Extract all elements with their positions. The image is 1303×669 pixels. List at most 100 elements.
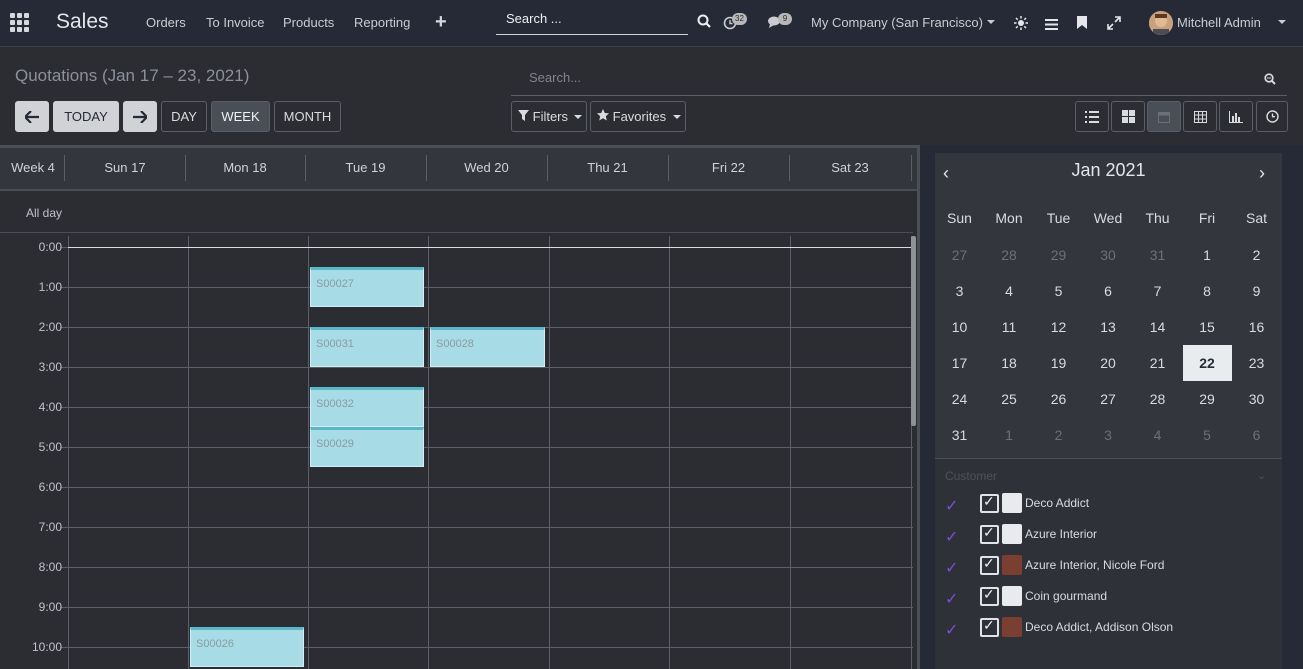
mini-calendar-day[interactable]: 19 <box>1034 355 1083 371</box>
mini-calendar-day[interactable]: 29 <box>1034 247 1083 263</box>
mini-calendar-day[interactable]: 3 <box>1084 427 1133 443</box>
mini-calendar-day[interactable]: 2 <box>1232 247 1281 263</box>
filters-dropdown[interactable]: Filters <box>511 101 587 132</box>
mini-calendar-day[interactable]: 4 <box>985 283 1034 299</box>
mini-calendar-day[interactable]: 28 <box>985 247 1034 263</box>
fullscreen-icon[interactable] <box>1107 16 1121 30</box>
mini-calendar-day[interactable]: 5 <box>1034 283 1083 299</box>
day-header-sun[interactable]: Sun 17 <box>65 160 185 175</box>
mini-next-month-icon[interactable]: › <box>1259 163 1265 184</box>
menu-orders[interactable]: Orders <box>146 15 186 30</box>
scale-month-button[interactable]: MONTH <box>274 101 341 132</box>
app-name[interactable]: Sales <box>56 10 109 34</box>
filter-checkbox[interactable]: ✓ <box>980 555 999 575</box>
mini-calendar-day[interactable]: 3 <box>935 283 984 299</box>
mini-calendar-day[interactable]: 30 <box>1232 391 1281 407</box>
user-menu[interactable]: Mitchell Admin <box>1177 15 1261 30</box>
mini-calendar-day[interactable]: 5 <box>1183 427 1232 443</box>
mini-calendar-selected-day[interactable]: 22 <box>1182 345 1232 381</box>
activity-view-button[interactable] <box>1256 101 1288 132</box>
calendar-event[interactable]: S00031 <box>310 327 424 367</box>
scale-day-button[interactable]: DAY <box>161 101 207 132</box>
calendar-scrollbar[interactable] <box>911 236 916 426</box>
user-caret-down-icon[interactable] <box>1278 20 1286 24</box>
mini-calendar-day[interactable]: 18 <box>985 355 1034 371</box>
all-day-row[interactable]: All day <box>0 193 913 233</box>
mini-calendar-day[interactable]: 21 <box>1133 355 1182 371</box>
filter-checkbox[interactable]: ✓ <box>980 524 999 544</box>
day-header-sat[interactable]: Sat 23 <box>789 160 911 175</box>
bookmark-icon[interactable] <box>1077 16 1087 29</box>
filter-checkbox[interactable]: ✓ <box>980 586 999 606</box>
mini-calendar-day[interactable]: 27 <box>1084 391 1133 407</box>
plus-icon[interactable]: + <box>435 11 447 34</box>
calendar-event[interactable]: S00027 <box>310 267 424 307</box>
mini-calendar-day[interactable]: 1 <box>1183 247 1232 263</box>
mini-calendar-day[interactable]: 23 <box>1232 355 1281 371</box>
previous-button[interactable] <box>15 101 49 132</box>
mini-calendar-day[interactable]: 31 <box>1133 247 1182 263</box>
day-header-mon[interactable]: Mon 18 <box>185 160 305 175</box>
company-switcher[interactable]: My Company (San Francisco) <box>811 15 983 30</box>
menu-reporting[interactable]: Reporting <box>354 15 410 30</box>
filter-checkbox[interactable]: ✓ <box>980 493 999 513</box>
calendar-event[interactable]: S00032 <box>310 387 424 427</box>
mini-calendar-day[interactable]: 7 <box>1133 283 1182 299</box>
mini-calendar-day[interactable]: 13 <box>1084 319 1133 335</box>
customer-filter-item[interactable]: ✓ ✓ Azure Interior <box>935 519 1282 550</box>
mini-calendar-day[interactable]: 26 <box>1034 391 1083 407</box>
mini-calendar-day[interactable]: 1 <box>985 427 1034 443</box>
filter-checkbox[interactable]: ✓ <box>980 617 999 637</box>
mini-calendar-day[interactable]: 11 <box>985 319 1034 335</box>
customer-filter-item[interactable]: ✓ ✓ Azure Interior, Nicole Ford <box>935 550 1282 581</box>
mini-calendar-day[interactable]: 8 <box>1183 283 1232 299</box>
mini-calendar-day[interactable]: 24 <box>935 391 984 407</box>
mini-calendar-day[interactable]: 29 <box>1183 391 1232 407</box>
mini-calendar-day[interactable]: 20 <box>1084 355 1133 371</box>
mini-calendar-day[interactable]: 6 <box>1232 427 1281 443</box>
calendar-event[interactable]: S00026 <box>190 627 304 667</box>
mini-calendar-day[interactable]: 28 <box>1133 391 1182 407</box>
day-header-wed[interactable]: Wed 20 <box>426 160 547 175</box>
mini-calendar-day[interactable]: 30 <box>1084 247 1133 263</box>
mini-calendar-day[interactable]: 17 <box>935 355 984 371</box>
day-header-tue[interactable]: Tue 19 <box>305 160 426 175</box>
pivot-view-button[interactable] <box>1183 101 1217 132</box>
mini-calendar-day[interactable]: 15 <box>1183 319 1232 335</box>
navbar-search-input[interactable]: Search ... <box>496 8 688 35</box>
apps-menu-icon[interactable] <box>10 13 30 33</box>
calendar-view-button[interactable] <box>1147 101 1181 132</box>
kanban-view-button[interactable] <box>1111 101 1145 132</box>
day-header-thu[interactable]: Thu 21 <box>547 160 668 175</box>
mini-calendar-day[interactable]: 16 <box>1232 319 1281 335</box>
collapse-chevron-icon[interactable]: ⌄ <box>1257 469 1266 482</box>
menu-to-invoice[interactable]: To Invoice <box>206 15 265 30</box>
calendar-event[interactable]: S00029 <box>310 427 424 467</box>
day-header-fri[interactable]: Fri 22 <box>668 160 789 175</box>
mini-calendar-day[interactable]: 12 <box>1034 319 1083 335</box>
mini-calendar-day[interactable]: 14 <box>1133 319 1182 335</box>
search-icon[interactable] <box>1264 73 1276 85</box>
customer-filter-item[interactable]: ✓ ✓ Coin gourmand <box>935 581 1282 612</box>
hamburger-menu-icon[interactable] <box>1045 17 1058 30</box>
search-icon[interactable] <box>697 14 711 28</box>
list-view-button[interactable] <box>1075 101 1109 132</box>
mini-calendar-day[interactable]: 9 <box>1232 283 1281 299</box>
today-button[interactable]: TODAY <box>53 101 119 132</box>
favorites-dropdown[interactable]: Favorites <box>590 101 686 132</box>
mini-calendar-day[interactable]: 31 <box>935 427 984 443</box>
customer-filter-item[interactable]: ✓ ✓ Deco Addict, Addison Olson <box>935 612 1282 643</box>
mini-calendar-day[interactable]: 2 <box>1034 427 1083 443</box>
search-input[interactable]: Search... <box>511 61 1287 96</box>
mini-calendar-day[interactable]: 25 <box>985 391 1034 407</box>
user-avatar[interactable] <box>1149 11 1173 35</box>
mini-calendar-day[interactable]: 4 <box>1133 427 1182 443</box>
customer-filter-item[interactable]: ✓ ✓ Deco Addict <box>935 488 1282 519</box>
mini-calendar-day[interactable]: 10 <box>935 319 984 335</box>
next-button[interactable] <box>123 101 157 132</box>
calendar-event[interactable]: S00028 <box>430 327 545 367</box>
graph-view-button[interactable] <box>1219 101 1253 132</box>
time-grid[interactable]: 0:00 1:00 2:00 3:00 4:00 5:00 6:00 7:00 8:00 9:00… <box>0 236 913 669</box>
mini-calendar-day[interactable]: 6 <box>1084 283 1133 299</box>
menu-products[interactable]: Products <box>283 15 334 30</box>
